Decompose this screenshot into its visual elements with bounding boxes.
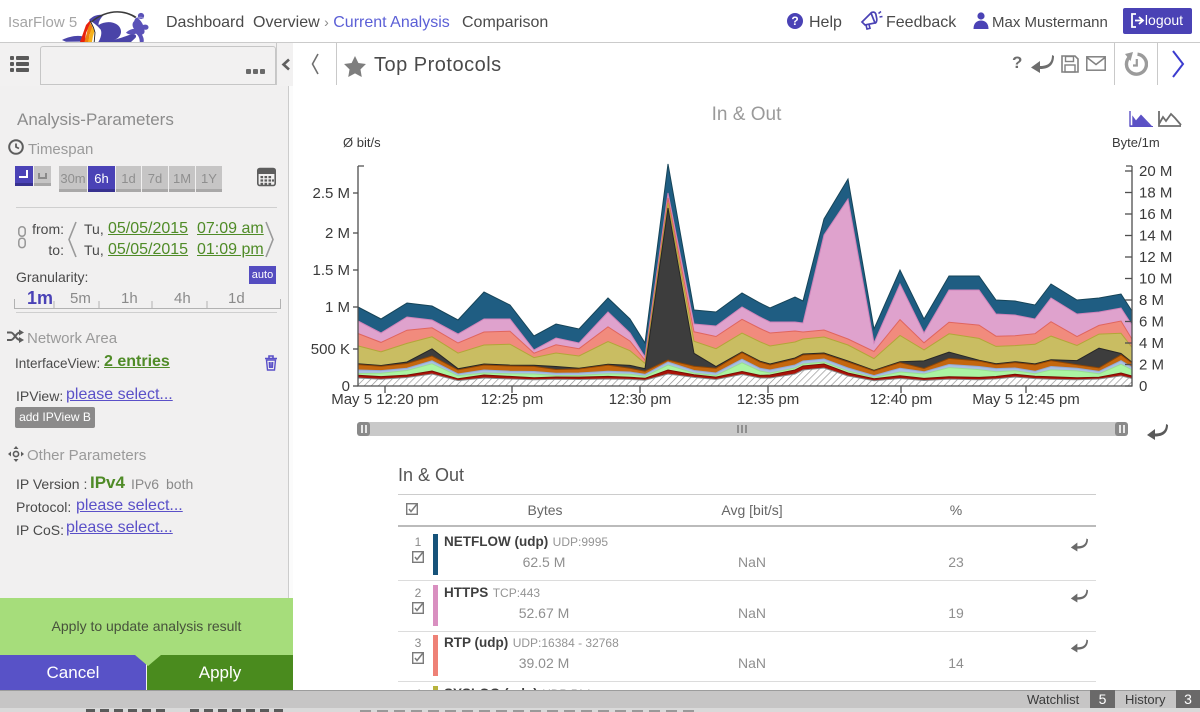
svg-text:May 5 12:20 pm: May 5 12:20 pm xyxy=(331,391,439,408)
svg-text:12:25 pm: 12:25 pm xyxy=(481,391,544,408)
svg-text:2.5 M: 2.5 M xyxy=(312,185,350,202)
svg-text:10 M: 10 M xyxy=(1139,271,1172,288)
svg-text:12:35 pm: 12:35 pm xyxy=(737,391,800,408)
svg-text:6 M: 6 M xyxy=(1139,314,1164,331)
svg-text:2 M: 2 M xyxy=(1139,357,1164,374)
svg-text:Ø bit/s: Ø bit/s xyxy=(343,135,381,150)
svg-text:500 K: 500 K xyxy=(311,341,350,358)
svg-text:14 M: 14 M xyxy=(1139,228,1172,245)
svg-text:Byte/1m: Byte/1m xyxy=(1112,135,1160,150)
svg-text:12:30 pm: 12:30 pm xyxy=(609,391,672,408)
svg-text:2 M: 2 M xyxy=(325,225,350,242)
svg-text:8 M: 8 M xyxy=(1139,292,1164,309)
svg-text:12:40 pm: 12:40 pm xyxy=(870,391,933,408)
svg-text:1 M: 1 M xyxy=(325,299,350,316)
svg-text:0: 0 xyxy=(1139,378,1147,395)
svg-text:18 M: 18 M xyxy=(1139,185,1172,202)
svg-text:12 M: 12 M xyxy=(1139,249,1172,266)
svg-text:1.5 M: 1.5 M xyxy=(312,262,350,279)
svg-text:16 M: 16 M xyxy=(1139,206,1172,223)
svg-text:May 5 12:45 pm: May 5 12:45 pm xyxy=(972,391,1080,408)
svg-text:4 M: 4 M xyxy=(1139,335,1164,352)
svg-text:20 M: 20 M xyxy=(1139,163,1172,180)
